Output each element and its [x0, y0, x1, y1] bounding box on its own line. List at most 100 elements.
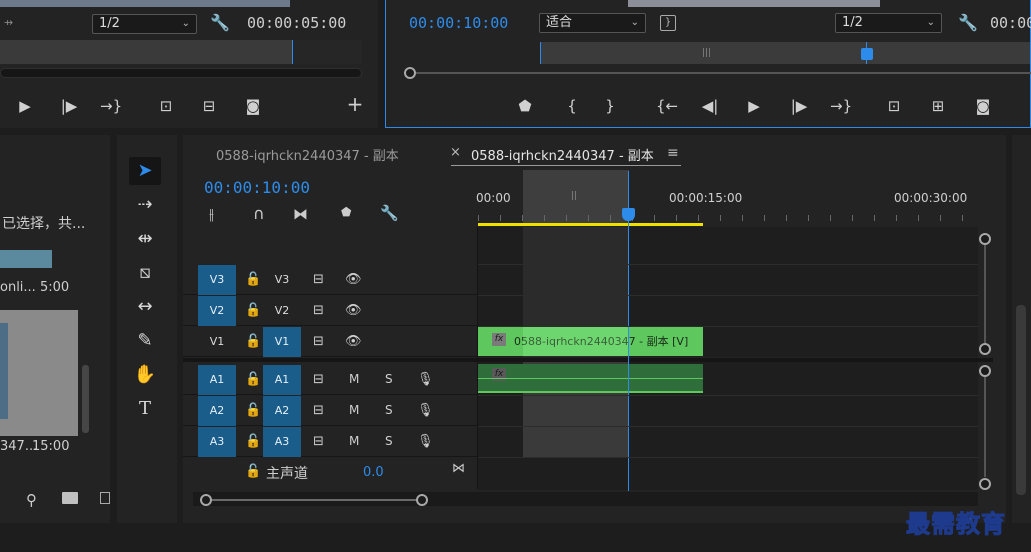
bowtie-icon[interactable]: ⋈ [452, 461, 465, 476]
microphone-icon[interactable]: 🎙 [417, 372, 434, 387]
project-item-thumbnail[interactable] [0, 250, 52, 268]
eye-icon[interactable]: 👁 [345, 334, 362, 349]
sync-lock-icon[interactable]: ⊟ [313, 403, 324, 418]
mute-button[interactable]: M [349, 403, 359, 417]
go-to-in-button[interactable]: {← [656, 96, 678, 116]
program-zoom-scrollbar[interactable] [416, 72, 1031, 74]
source-playhead[interactable] [292, 40, 293, 64]
source-patch-v1[interactable]: V1 [198, 327, 236, 357]
step-back-button[interactable]: ◀| [699, 96, 721, 116]
overwrite-button[interactable]: ⊟ [198, 96, 220, 116]
extract-button[interactable]: ⊞ [927, 96, 949, 116]
lift-button[interactable]: ⊡ [883, 96, 905, 116]
mark-out-button[interactable]: } [599, 96, 621, 116]
type-tool-icon[interactable]: T [129, 395, 161, 423]
audio-scroll-bottom-handle[interactable] [979, 478, 991, 490]
sync-lock-icon[interactable]: ⊟ [313, 434, 324, 449]
project-scrollbar[interactable] [82, 365, 89, 433]
sync-lock-icon[interactable]: ⊟ [313, 272, 324, 287]
program-zoom-handle-left[interactable] [404, 67, 416, 79]
program-resolution-select[interactable]: 1/2 ⌄ [835, 13, 942, 33]
go-to-out-button[interactable]: →} [100, 96, 122, 116]
timeline-tab-inactive[interactable]: 0588-iqrhckn2440347 - 副本 [216, 145, 399, 164]
add-marker-icon[interactable]: ⬟ [341, 205, 351, 219]
track-select-tool-icon[interactable]: ⇢ [129, 191, 161, 219]
step-forward-button[interactable]: |▶ [788, 96, 810, 116]
sync-lock-icon[interactable]: ⊟ [313, 334, 324, 349]
ripple-edit-tool-icon[interactable]: ⇹ [129, 225, 161, 253]
program-playhead-handle[interactable] [861, 48, 873, 60]
eye-icon[interactable]: 👁 [345, 303, 362, 318]
folder-icon[interactable] [62, 492, 78, 504]
timeline-zoom-bar[interactable] [212, 499, 417, 501]
export-frame-icon[interactable]: ◙ [972, 96, 994, 116]
hand-tool-icon[interactable]: ✋ [129, 361, 161, 389]
video-audio-divider[interactable] [183, 358, 993, 362]
source-time-ruler[interactable] [0, 40, 292, 64]
wrench-icon[interactable]: 🔧 [380, 204, 399, 222]
timeline-tab-active[interactable]: 0588-iqrhckn2440347 - 副本 [471, 145, 654, 164]
audio-vertical-scrollbar[interactable] [984, 377, 986, 477]
project-item-thumbnail[interactable] [0, 310, 78, 436]
microphone-icon[interactable]: 🎙 [417, 403, 434, 418]
add-marker-icon[interactable]: ⬟ [514, 96, 536, 116]
new-item-icon[interactable] [100, 492, 110, 504]
selection-tool-icon[interactable]: ➤ [129, 157, 161, 185]
master-volume-value[interactable]: 0.0 [363, 465, 384, 480]
track-target-a1[interactable]: A1 [263, 365, 301, 395]
play-button[interactable]: ▶ [14, 96, 36, 116]
program-zoom-select[interactable]: 适合 ⌄ [539, 13, 646, 33]
track-target-a3[interactable]: A3 [263, 427, 301, 457]
sync-lock-icon[interactable]: ⊟ [313, 372, 324, 387]
lock-icon[interactable]: 🔓 [245, 372, 261, 387]
play-button[interactable]: ▶ [743, 96, 765, 116]
source-patch-a1[interactable]: A1 [198, 365, 236, 395]
solo-button[interactable]: S [385, 372, 393, 386]
eye-icon[interactable]: 👁 [345, 272, 362, 287]
add-button-icon[interactable]: + [344, 94, 366, 114]
slip-tool-icon[interactable]: ↔ [129, 293, 161, 321]
source-patch-v3[interactable]: V3 [198, 265, 236, 295]
track-target-v1[interactable]: V1 [263, 327, 301, 357]
meter-scrollbar[interactable] [1016, 305, 1026, 495]
wrench-icon[interactable]: 🔧 [210, 13, 230, 32]
search-icon[interactable]: ⚲ [26, 491, 37, 509]
pen-tool-icon[interactable]: ✎ [129, 327, 161, 355]
audio-clip[interactable]: fx [478, 364, 703, 393]
source-marker-icon[interactable]: ⇸ [4, 16, 13, 29]
close-icon[interactable]: × [450, 145, 461, 160]
source-resolution-select[interactable]: 1/2 ⌄ [92, 14, 197, 34]
track-target-v2[interactable]: V2 [263, 296, 301, 326]
linked-selection-icon[interactable]: ⧓ [293, 205, 308, 223]
track-target-v3[interactable]: V3 [263, 265, 301, 295]
lock-icon[interactable]: 🔓 [245, 464, 261, 479]
video-scroll-top-handle[interactable] [979, 233, 991, 245]
insert-button[interactable]: ⊡ [155, 96, 177, 116]
program-time-ruler[interactable] [540, 42, 1030, 64]
lock-icon[interactable]: 🔓 [245, 434, 261, 449]
export-frame-icon[interactable]: ◙ [242, 96, 264, 116]
video-scroll-bottom-handle[interactable] [979, 343, 991, 355]
source-zoom-scrollbar[interactable] [0, 68, 362, 78]
work-area-bar[interactable] [478, 223, 703, 226]
source-patch-a2[interactable]: A2 [198, 396, 236, 426]
source-patch-a3[interactable]: A3 [198, 427, 236, 457]
tab-menu-icon[interactable]: ≡ [667, 145, 679, 161]
fx-badge-icon[interactable]: fx [492, 368, 506, 381]
mark-in-button[interactable]: { [561, 96, 583, 116]
mute-button[interactable]: M [349, 434, 359, 448]
solo-button[interactable]: S [385, 403, 393, 417]
mute-button[interactable]: M [349, 372, 359, 386]
lock-icon[interactable]: 🔓 [245, 403, 261, 418]
snap-magnet-icon[interactable]: ∩ [253, 204, 265, 223]
nest-sequence-icon[interactable]: ⫲ [209, 205, 214, 223]
lock-icon[interactable]: 🔓 [245, 303, 261, 318]
go-to-out-button[interactable]: →} [830, 96, 852, 116]
sync-lock-icon[interactable]: ⊟ [313, 303, 324, 318]
fx-badge-icon[interactable]: fx [492, 333, 506, 346]
timeline-zoom-handle-left[interactable] [200, 494, 212, 506]
solo-button[interactable]: S [385, 434, 393, 448]
video-vertical-scrollbar[interactable] [984, 245, 986, 343]
microphone-icon[interactable]: 🎙 [417, 434, 434, 449]
timeline-playhead-timecode[interactable]: 00:00:10:00 [204, 178, 310, 197]
